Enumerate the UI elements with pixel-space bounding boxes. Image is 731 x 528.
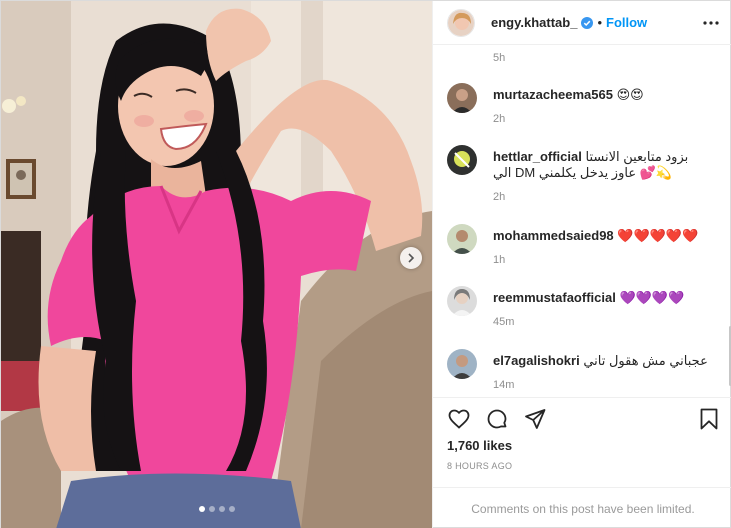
carousel-dot [228, 506, 235, 512]
post-timestamp[interactable]: 8 HOURS AGO [447, 461, 512, 471]
commenter-username[interactable]: mohammedsaied98 [493, 228, 614, 243]
comment-time: 5h [493, 52, 506, 64]
action-icons [447, 407, 547, 431]
comment-text: 💜💜💜💜 [619, 290, 685, 305]
comment-body: reemmustafaofficial 💜💜💜💜 [493, 290, 723, 306]
comment-time: 45m [493, 316, 515, 328]
comments-list[interactable]: 5h murtazacheema565 😍😍 2h hettlar_offici… [433, 46, 731, 396]
photo-illustration [1, 1, 432, 528]
comment-time: 2h [493, 113, 506, 125]
post-photo[interactable] [1, 1, 432, 528]
post-header: engy.khattab_ • Follow [433, 1, 731, 45]
likes-count[interactable]: 1,760 likes [447, 438, 512, 453]
comments-limited-notice: Comments on this post have been limited. [433, 487, 731, 528]
post-actions: 1,760 likes 8 HOURS AGO Comments on this… [433, 397, 731, 528]
commenter-avatar[interactable] [447, 145, 477, 175]
follow-button[interactable]: Follow [606, 15, 647, 30]
comment-body: murtazacheema565 😍😍 [493, 87, 723, 103]
header-separator: • [597, 15, 603, 30]
commenter-avatar[interactable] [447, 83, 477, 113]
comment-item: hettlar_official بزود متابعين الانستا ال… [447, 145, 727, 205]
carousel-dot [208, 506, 215, 512]
comment-text: ❤️❤️❤️❤️❤️ [617, 228, 699, 243]
comment-body: hettlar_official بزود متابعين الانستا ال… [493, 149, 693, 181]
comment-text: عجباني مش هقول تاني [583, 353, 708, 368]
author-avatar[interactable] [447, 8, 475, 37]
heart-icon[interactable] [447, 407, 471, 431]
comment-icon[interactable] [485, 407, 509, 431]
commenter-avatar[interactable] [447, 349, 477, 379]
comment-text: 😍😍 [616, 87, 644, 102]
comment-time: 1h [493, 254, 506, 266]
bookmark-icon[interactable] [697, 407, 721, 431]
commenter-avatar[interactable] [447, 286, 477, 316]
more-options-icon[interactable] [703, 13, 719, 33]
comment-item: reemmustafaofficial 💜💜💜💜 45m [447, 286, 727, 330]
comment-time: 2h [493, 191, 506, 203]
carousel-dot [198, 506, 205, 512]
commenter-username[interactable]: murtazacheema565 [493, 87, 613, 102]
carousel-dot [218, 506, 225, 512]
post-side-panel: engy.khattab_ • Follow 5h murtazacheema5… [432, 1, 731, 528]
comment-item: el7agalishokri عجباني مش هقول تاني 14m [447, 349, 727, 393]
instagram-post: engy.khattab_ • Follow 5h murtazacheema5… [0, 0, 731, 528]
commenter-avatar[interactable] [447, 224, 477, 254]
comment-item: mohammedsaied98 ❤️❤️❤️❤️❤️ 1h [447, 224, 727, 268]
carousel-next-button[interactable] [400, 247, 422, 269]
share-icon[interactable] [523, 407, 547, 431]
commenter-username[interactable]: hettlar_official [493, 149, 582, 164]
comment-body: mohammedsaied98 ❤️❤️❤️❤️❤️ [493, 228, 723, 244]
commenter-username[interactable]: el7agalishokri [493, 353, 580, 368]
chevron-right-icon [408, 253, 415, 263]
comment-time: 14m [493, 379, 515, 391]
author-username[interactable]: engy.khattab_ [491, 15, 577, 30]
comment-body: el7agalishokri عجباني مش هقول تاني [493, 353, 723, 369]
verified-badge-icon [581, 16, 594, 29]
comment-item: murtazacheema565 😍😍 2h [447, 83, 727, 127]
commenter-username[interactable]: reemmustafaofficial [493, 290, 616, 305]
carousel-indicator [1, 506, 432, 512]
